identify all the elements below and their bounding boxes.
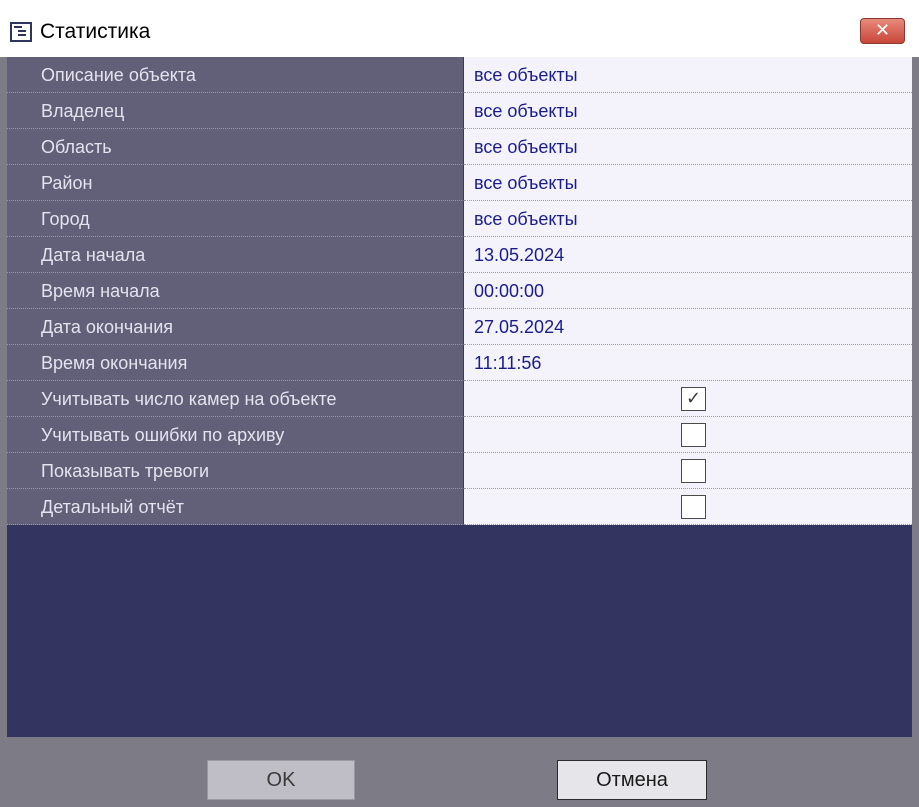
property-value[interactable]: все объекты — [464, 129, 912, 165]
button-bar: OK Отмена — [0, 737, 919, 807]
option-value-cell — [464, 417, 912, 453]
property-label: Дата начала — [7, 237, 464, 273]
property-value[interactable]: все объекты — [464, 57, 912, 93]
option-label: Учитывать ошибки по архиву — [7, 417, 464, 453]
close-button[interactable]: ✕ — [860, 18, 905, 44]
option-checkbox[interactable] — [681, 495, 706, 519]
option-label: Детальный отчёт — [7, 489, 464, 525]
statistics-dialog: Статистика ✕ Описание объекта все объекты… — [0, 0, 919, 807]
property-label: Описание объекта — [7, 57, 464, 93]
property-value[interactable]: все объекты — [464, 93, 912, 129]
property-row: Дата начала 13.05.2024 — [7, 237, 912, 273]
property-row: Район все объекты — [7, 165, 912, 201]
property-label: Область — [7, 129, 464, 165]
property-row: Область все объекты — [7, 129, 912, 165]
property-value[interactable]: 27.05.2024 — [464, 309, 912, 345]
property-row: Дата окончания 27.05.2024 — [7, 309, 912, 345]
property-row: Владелец все объекты — [7, 93, 912, 129]
property-row: Время начала 00:00:00 — [7, 273, 912, 309]
option-value-cell — [464, 489, 912, 525]
property-value[interactable]: 00:00:00 — [464, 273, 912, 309]
option-checkbox[interactable] — [681, 423, 706, 447]
option-label: Показывать тревоги — [7, 453, 464, 489]
property-value[interactable]: 11:11:56 — [464, 345, 912, 381]
option-row: Учитывать ошибки по архиву — [7, 417, 912, 453]
option-row: Детальный отчёт — [7, 489, 912, 525]
option-label: Учитывать число камер на объекте — [7, 381, 464, 417]
property-label: Город — [7, 201, 464, 237]
cancel-button[interactable]: Отмена — [557, 760, 707, 800]
property-row: Время окончания 11:11:56 — [7, 345, 912, 381]
property-label: Дата окончания — [7, 309, 464, 345]
ok-button[interactable]: OK — [207, 760, 355, 800]
property-value[interactable]: все объекты — [464, 165, 912, 201]
property-label: Район — [7, 165, 464, 201]
option-value-cell — [464, 453, 912, 489]
title-bar[interactable]: Статистика ✕ — [0, 0, 919, 57]
empty-panel — [7, 525, 912, 737]
property-label: Время окончания — [7, 345, 464, 381]
property-row: Город все объекты — [7, 201, 912, 237]
property-grid: Описание объекта все объекты Владелец все о… — [7, 57, 912, 525]
property-label: Владелец — [7, 93, 464, 129]
property-value[interactable]: все объекты — [464, 201, 912, 237]
property-row: Описание объекта все объекты — [7, 57, 912, 93]
option-checkbox[interactable]: ✓ — [681, 387, 706, 411]
option-checkbox[interactable] — [681, 459, 706, 483]
option-row: Учитывать число камер на объекте ✓ — [7, 381, 912, 417]
property-label: Время начала — [7, 273, 464, 309]
property-value[interactable]: 13.05.2024 — [464, 237, 912, 273]
window-title: Статистика — [40, 20, 151, 43]
option-value-cell: ✓ — [464, 381, 912, 417]
app-window-icon — [10, 22, 32, 42]
option-row: Показывать тревоги — [7, 453, 912, 489]
